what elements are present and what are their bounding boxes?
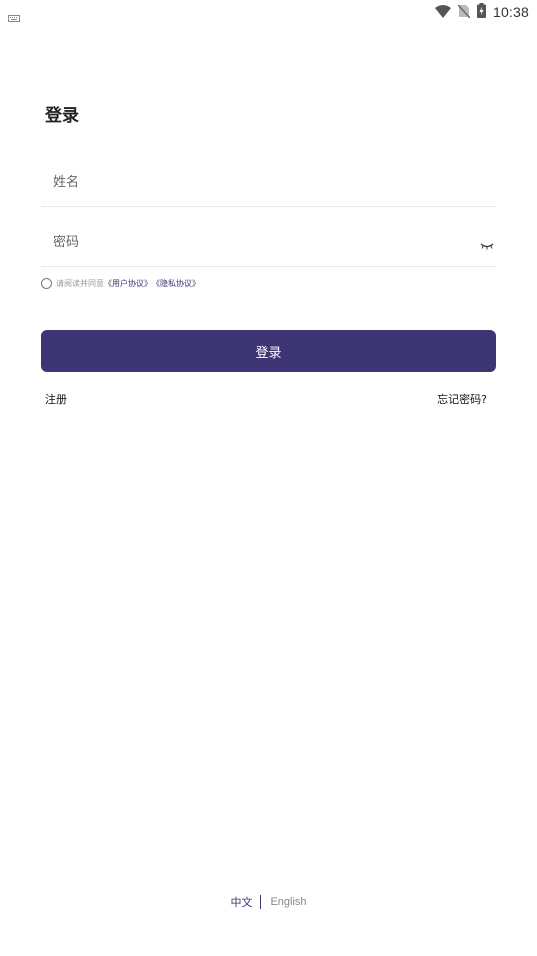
no-sim-icon (457, 3, 471, 22)
agreement-row: 请阅读并同意 《用户协议》 《隐私协议》 (41, 278, 200, 289)
register-link[interactable]: 注册 (45, 391, 67, 407)
login-button[interactable]: 登录 (41, 330, 496, 372)
eye-closed-icon[interactable] (480, 236, 494, 250)
user-agreement-link[interactable]: 《用户协议》 (104, 278, 152, 289)
language-english[interactable]: English (270, 896, 306, 908)
privacy-policy-link[interactable]: 《隐私协议》 (152, 278, 200, 289)
password-field (41, 216, 496, 267)
status-time: 10:38 (492, 4, 529, 20)
page-title: 登录 (45, 106, 79, 126)
language-divider (260, 895, 262, 909)
wifi-icon (434, 3, 451, 22)
language-switch: 中文 English (0, 894, 537, 910)
password-input[interactable] (53, 228, 453, 256)
keyboard-icon (8, 7, 20, 26)
name-field (41, 156, 496, 207)
agreement-text: 请阅读并同意 (56, 279, 104, 288)
agreement-radio[interactable] (41, 278, 52, 289)
battery-charging-icon (476, 2, 486, 22)
language-chinese[interactable]: 中文 (230, 894, 252, 910)
forgot-password-link[interactable]: 忘记密码? (437, 391, 487, 407)
status-bar: 10:38 (0, 0, 537, 24)
name-input[interactable] (53, 168, 453, 196)
